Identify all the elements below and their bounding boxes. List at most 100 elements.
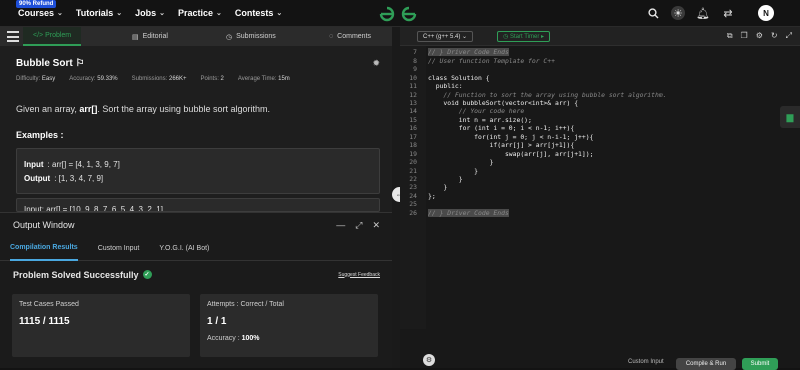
avg-time-value: 15m xyxy=(278,76,290,82)
chevron-down-icon: ⌄ xyxy=(276,10,283,17)
code-area[interactable]: 7 // } Driver Code Ends 8 // User function … xyxy=(400,46,800,329)
clock-icon: ◷ xyxy=(226,33,233,41)
timer-icon: ◷ xyxy=(503,33,509,40)
reset-icon[interactable]: ↻ xyxy=(771,31,778,41)
editor-settings-icon[interactable]: ⚙ xyxy=(423,354,435,366)
line-number: 26 xyxy=(409,208,417,217)
accuracy-result: 100% xyxy=(241,335,260,342)
code-line: 23 } xyxy=(400,183,800,192)
bell-icon[interactable]: 🔔︎ xyxy=(696,6,710,20)
expand-icon[interactable]: ⤢ xyxy=(355,220,362,231)
code-text: } xyxy=(428,175,463,183)
settings-icon[interactable]: ⚙ xyxy=(756,31,763,41)
code-line: 22 } xyxy=(400,175,800,184)
code-line: 8 // User function Template for C++ xyxy=(400,56,800,65)
nav-jobs[interactable]: Jobs ⌄ xyxy=(135,8,165,18)
tab-problem[interactable]: </> Problem xyxy=(23,27,82,46)
avatar[interactable]: N xyxy=(758,5,774,21)
nav-tutorials[interactable]: Tutorials ⌄ xyxy=(76,8,122,18)
line-number: 16 xyxy=(409,124,417,133)
nav-practice[interactable]: Practice ⌄ xyxy=(178,8,222,18)
points-value: 2 xyxy=(220,76,224,82)
custom-input-button[interactable]: Custom Input xyxy=(628,359,664,368)
output-tabs: Compilation Results Custom Input Y.O.G.I… xyxy=(0,237,392,261)
code-line: 12 // Function to sort the array using b… xyxy=(400,90,800,99)
editorial-icon: ▤ xyxy=(132,33,139,41)
nav-contests[interactable]: Contests ⌄ xyxy=(235,8,282,18)
line-number: 17 xyxy=(409,132,417,141)
comment-icon: ◌ xyxy=(329,33,334,40)
attempts-value: 1 / 1 xyxy=(207,316,227,327)
code-line: 9 xyxy=(400,65,800,74)
chevron-down-icon: ⌄ xyxy=(159,10,165,17)
code-editor-pane: C++ (g++ 5.4) ⌄ ◷ Start Timer ▸ ⧉ ❐ ⚙ ↻ … xyxy=(400,27,800,370)
chat-icon[interactable]: ▆ xyxy=(780,106,800,128)
line-number: 13 xyxy=(409,98,417,107)
chevron-down-icon: ⌄ xyxy=(216,10,222,17)
code-text: if(arr[j] > arr[j+1]){ xyxy=(428,141,575,150)
tab-custom-input[interactable]: Custom Input xyxy=(98,237,140,261)
tab-comments[interactable]: ◌ Comments xyxy=(329,27,371,46)
code-text: for(int j = 0; j < n-i-1; j++){ xyxy=(428,132,594,141)
chevron-down-icon: ⌄ xyxy=(116,10,123,17)
code-line: 7 // } Driver Code Ends xyxy=(400,48,800,57)
test-cases-card: Test Cases Passed 1115 / 1115 xyxy=(12,294,190,357)
code-line: 20 } xyxy=(400,158,800,167)
main-nav: Courses ⌄ Tutorials ⌄ Jobs ⌄ Practice ⌄ Cont… xyxy=(18,8,282,18)
submit-button[interactable]: Submit xyxy=(742,358,778,370)
tab-yogi-ai-bot[interactable]: Y.O.G.I. (AI Bot) xyxy=(159,237,209,261)
start-timer-button[interactable]: ◷ Start Timer ▸ xyxy=(497,30,551,42)
code-text: class Solution { xyxy=(428,73,490,82)
code-text: int n = arr.size(); xyxy=(428,115,532,124)
line-number: 7 xyxy=(413,48,417,57)
code-text: // } Driver Code Ends xyxy=(428,208,509,217)
site-logo[interactable] xyxy=(378,5,418,22)
close-icon[interactable]: ✕ xyxy=(372,220,380,231)
code-line: 17 for(int j = 0; j < n-i-1; j++){ xyxy=(400,133,800,142)
problem-tabs: </> Problem ▤ Editorial ◷ Submissions ◌ Com… xyxy=(0,27,392,46)
line-number: 19 xyxy=(409,149,417,158)
theme-toggle-icon[interactable]: ☀ xyxy=(671,6,685,20)
code-text: // Your code here xyxy=(428,107,525,116)
line-number: 20 xyxy=(409,158,417,167)
line-number: 22 xyxy=(409,175,417,183)
code-text: public: xyxy=(428,82,463,91)
menu-icon[interactable] xyxy=(7,31,19,42)
tab-compilation-results[interactable]: Compilation Results xyxy=(10,237,78,261)
code-line: 14 // Your code here xyxy=(400,107,800,116)
test-cases-value: 1115 / 1115 xyxy=(19,316,70,327)
code-text: } xyxy=(428,166,479,175)
line-number: 15 xyxy=(409,115,417,124)
top-navbar: 90% Refund Courses ⌄ Tutorials ⌄ Jobs ⌄ Pra… xyxy=(0,0,800,27)
tab-editorial[interactable]: ▤ Editorial xyxy=(132,27,168,46)
suggest-feedback-link[interactable]: Suggest Feedback xyxy=(338,272,380,278)
accuracy-value: 59.33% xyxy=(97,76,118,82)
code-text: for (int i = 0; i < n-1; i++){ xyxy=(428,124,575,133)
line-number: 23 xyxy=(409,183,417,192)
difficulty-value: Easy xyxy=(41,76,56,82)
code-text: // Function to sort the array using bubb… xyxy=(428,90,667,99)
check-circle-icon: ✓ xyxy=(142,270,152,279)
result-status: Problem Solved Successfully ✓ xyxy=(13,269,152,280)
bug-report-icon[interactable]: ✹ xyxy=(372,58,380,69)
language-select[interactable]: C++ (g++ 5.4) ⌄ xyxy=(417,30,474,42)
line-number: 25 xyxy=(409,200,417,209)
fullscreen-icon[interactable]: ⤢ xyxy=(786,31,792,41)
line-number: 14 xyxy=(409,107,417,116)
tab-submissions[interactable]: ◷ Submissions xyxy=(226,27,276,46)
translate-icon[interactable]: ⇄ xyxy=(721,6,735,20)
nav-courses[interactable]: Courses ⌄ xyxy=(18,8,63,18)
bookmark-icon[interactable]: ⚐ xyxy=(75,58,84,69)
code-text: // User function Template for C++ xyxy=(428,56,555,65)
refund-badge: 90% Refund xyxy=(16,0,57,8)
line-number: 8 xyxy=(413,56,417,65)
line-number: 10 xyxy=(409,73,417,82)
compile-run-button[interactable]: Compile & Run xyxy=(676,358,736,370)
code-line: 24}; xyxy=(400,192,800,201)
problem-header: Bubble Sort ⚐ ✹ xyxy=(0,53,392,73)
pages-icon[interactable]: ❐ xyxy=(741,31,748,41)
code-line: 19 swap(arr[j], arr[j+1]); xyxy=(400,149,800,158)
minimize-icon[interactable]: — xyxy=(336,220,345,231)
copy-icon[interactable]: ⧉ xyxy=(727,31,733,41)
search-icon[interactable] xyxy=(646,6,660,20)
